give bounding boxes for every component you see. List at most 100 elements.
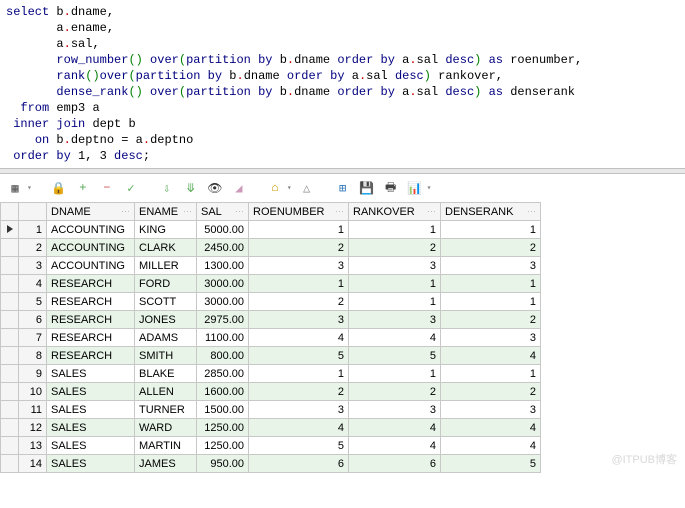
sql-editor[interactable]: select b.dname, a.ename, a.sal, row_numb… bbox=[0, 0, 685, 168]
cell-ename[interactable]: KING bbox=[135, 221, 197, 239]
cell-ename[interactable]: SMITH bbox=[135, 347, 197, 365]
cell-dname[interactable]: ACCOUNTING bbox=[47, 239, 135, 257]
cell-ename[interactable]: FORD bbox=[135, 275, 197, 293]
cell-roenumber[interactable]: 4 bbox=[249, 419, 349, 437]
cell-roenumber[interactable]: 5 bbox=[249, 437, 349, 455]
print-icon[interactable]: 🖶 bbox=[382, 179, 400, 197]
cell-denserank[interactable]: 2 bbox=[441, 383, 541, 401]
grid-view-icon[interactable]: ▦ bbox=[6, 179, 24, 197]
export-icon[interactable]: △ bbox=[298, 179, 316, 197]
commit-icon[interactable]: ✓ bbox=[122, 179, 140, 197]
home-icon[interactable]: ⌂ bbox=[266, 179, 284, 197]
cell-sal[interactable]: 3000.00 bbox=[197, 275, 249, 293]
column-header-ename[interactable]: ENAME⋯ bbox=[135, 203, 197, 221]
cell-ename[interactable]: CLARK bbox=[135, 239, 197, 257]
table-row[interactable]: 8RESEARCHSMITH800.00554 bbox=[1, 347, 541, 365]
results-grid[interactable]: DNAME⋯ENAME⋯SAL⋯ROENUMBER⋯RANKOVER⋯DENSE… bbox=[0, 202, 685, 473]
cell-ename[interactable]: SCOTT bbox=[135, 293, 197, 311]
cell-denserank[interactable]: 4 bbox=[441, 437, 541, 455]
column-menu-icon[interactable]: ⋯ bbox=[427, 206, 436, 217]
cell-denserank[interactable]: 1 bbox=[441, 365, 541, 383]
cell-denserank[interactable]: 3 bbox=[441, 257, 541, 275]
cell-rankover[interactable]: 1 bbox=[349, 275, 441, 293]
cell-denserank[interactable]: 5 bbox=[441, 455, 541, 473]
cell-dname[interactable]: ACCOUNTING bbox=[47, 221, 135, 239]
cell-ename[interactable]: MARTIN bbox=[135, 437, 197, 455]
cell-sal[interactable]: 2850.00 bbox=[197, 365, 249, 383]
cell-dname[interactable]: RESEARCH bbox=[47, 329, 135, 347]
cell-rankover[interactable]: 3 bbox=[349, 311, 441, 329]
cell-denserank[interactable]: 1 bbox=[441, 275, 541, 293]
cell-sal[interactable]: 800.00 bbox=[197, 347, 249, 365]
dropdown-arrow-icon[interactable]: ▾ bbox=[27, 183, 32, 193]
cell-ename[interactable]: ADAMS bbox=[135, 329, 197, 347]
fetch-all-icon[interactable]: ⤋ bbox=[182, 179, 200, 197]
table-row[interactable]: 7RESEARCHADAMS1100.00443 bbox=[1, 329, 541, 347]
cell-dname[interactable]: SALES bbox=[47, 383, 135, 401]
cell-sal[interactable]: 3000.00 bbox=[197, 293, 249, 311]
query-builder-icon[interactable]: ⊞ bbox=[334, 179, 352, 197]
cell-rankover[interactable]: 4 bbox=[349, 437, 441, 455]
remove-icon[interactable]: − bbox=[98, 179, 116, 197]
column-menu-icon[interactable]: ⋯ bbox=[527, 206, 536, 217]
cell-roenumber[interactable]: 6 bbox=[249, 455, 349, 473]
cell-rankover[interactable]: 2 bbox=[349, 239, 441, 257]
cell-denserank[interactable]: 2 bbox=[441, 239, 541, 257]
cell-rankover[interactable]: 5 bbox=[349, 347, 441, 365]
table-row[interactable]: 12SALESWARD1250.00444 bbox=[1, 419, 541, 437]
find-icon[interactable]: 👁 bbox=[206, 179, 224, 197]
column-menu-icon[interactable]: ⋯ bbox=[235, 206, 244, 217]
cell-dname[interactable]: RESEARCH bbox=[47, 293, 135, 311]
cell-sal[interactable]: 1100.00 bbox=[197, 329, 249, 347]
cell-roenumber[interactable]: 1 bbox=[249, 365, 349, 383]
cell-rankover[interactable]: 3 bbox=[349, 401, 441, 419]
cell-dname[interactable]: SALES bbox=[47, 365, 135, 383]
cell-rankover[interactable]: 1 bbox=[349, 365, 441, 383]
column-header-sal[interactable]: SAL⋯ bbox=[197, 203, 249, 221]
cell-roenumber[interactable]: 4 bbox=[249, 329, 349, 347]
save-icon[interactable]: 💾 bbox=[358, 179, 376, 197]
chart-icon[interactable]: 📊 bbox=[406, 179, 424, 197]
dropdown-arrow-icon[interactable]: ▾ bbox=[287, 183, 292, 193]
column-header-dname[interactable]: DNAME⋯ bbox=[47, 203, 135, 221]
column-header-roenumber[interactable]: ROENUMBER⋯ bbox=[249, 203, 349, 221]
cell-ename[interactable]: WARD bbox=[135, 419, 197, 437]
cell-rankover[interactable]: 3 bbox=[349, 257, 441, 275]
table-row[interactable]: 5RESEARCHSCOTT3000.00211 bbox=[1, 293, 541, 311]
cell-dname[interactable]: RESEARCH bbox=[47, 311, 135, 329]
cell-roenumber[interactable]: 1 bbox=[249, 221, 349, 239]
cell-sal[interactable]: 5000.00 bbox=[197, 221, 249, 239]
cell-sal[interactable]: 1250.00 bbox=[197, 419, 249, 437]
table-row[interactable]: 11SALESTURNER1500.00333 bbox=[1, 401, 541, 419]
table-row[interactable]: 3ACCOUNTINGMILLER1300.00333 bbox=[1, 257, 541, 275]
cell-denserank[interactable]: 4 bbox=[441, 419, 541, 437]
lock-icon[interactable]: 🔒 bbox=[50, 179, 68, 197]
cell-dname[interactable]: RESEARCH bbox=[47, 275, 135, 293]
cell-denserank[interactable]: 2 bbox=[441, 311, 541, 329]
column-menu-icon[interactable]: ⋯ bbox=[121, 206, 130, 217]
cell-ename[interactable]: MILLER bbox=[135, 257, 197, 275]
fetch-down-icon[interactable]: ⇩ bbox=[158, 179, 176, 197]
cell-denserank[interactable]: 3 bbox=[441, 401, 541, 419]
cell-dname[interactable]: SALES bbox=[47, 401, 135, 419]
cell-sal[interactable]: 1250.00 bbox=[197, 437, 249, 455]
cell-denserank[interactable]: 1 bbox=[441, 293, 541, 311]
cell-dname[interactable]: SALES bbox=[47, 455, 135, 473]
cell-rankover[interactable]: 4 bbox=[349, 329, 441, 347]
cell-rankover[interactable]: 2 bbox=[349, 383, 441, 401]
clear-icon[interactable]: ◢ bbox=[230, 179, 248, 197]
cell-rankover[interactable]: 4 bbox=[349, 419, 441, 437]
cell-dname[interactable]: SALES bbox=[47, 437, 135, 455]
column-menu-icon[interactable]: ⋯ bbox=[335, 206, 344, 217]
table-row[interactable]: 2ACCOUNTINGCLARK2450.00222 bbox=[1, 239, 541, 257]
table-row[interactable]: 1ACCOUNTINGKING5000.00111 bbox=[1, 221, 541, 239]
cell-sal[interactable]: 1500.00 bbox=[197, 401, 249, 419]
cell-roenumber[interactable]: 2 bbox=[249, 239, 349, 257]
cell-sal[interactable]: 950.00 bbox=[197, 455, 249, 473]
cell-sal[interactable]: 2450.00 bbox=[197, 239, 249, 257]
cell-roenumber[interactable]: 5 bbox=[249, 347, 349, 365]
cell-roenumber[interactable]: 2 bbox=[249, 293, 349, 311]
cell-roenumber[interactable]: 3 bbox=[249, 311, 349, 329]
cell-sal[interactable]: 2975.00 bbox=[197, 311, 249, 329]
cell-roenumber[interactable]: 1 bbox=[249, 275, 349, 293]
